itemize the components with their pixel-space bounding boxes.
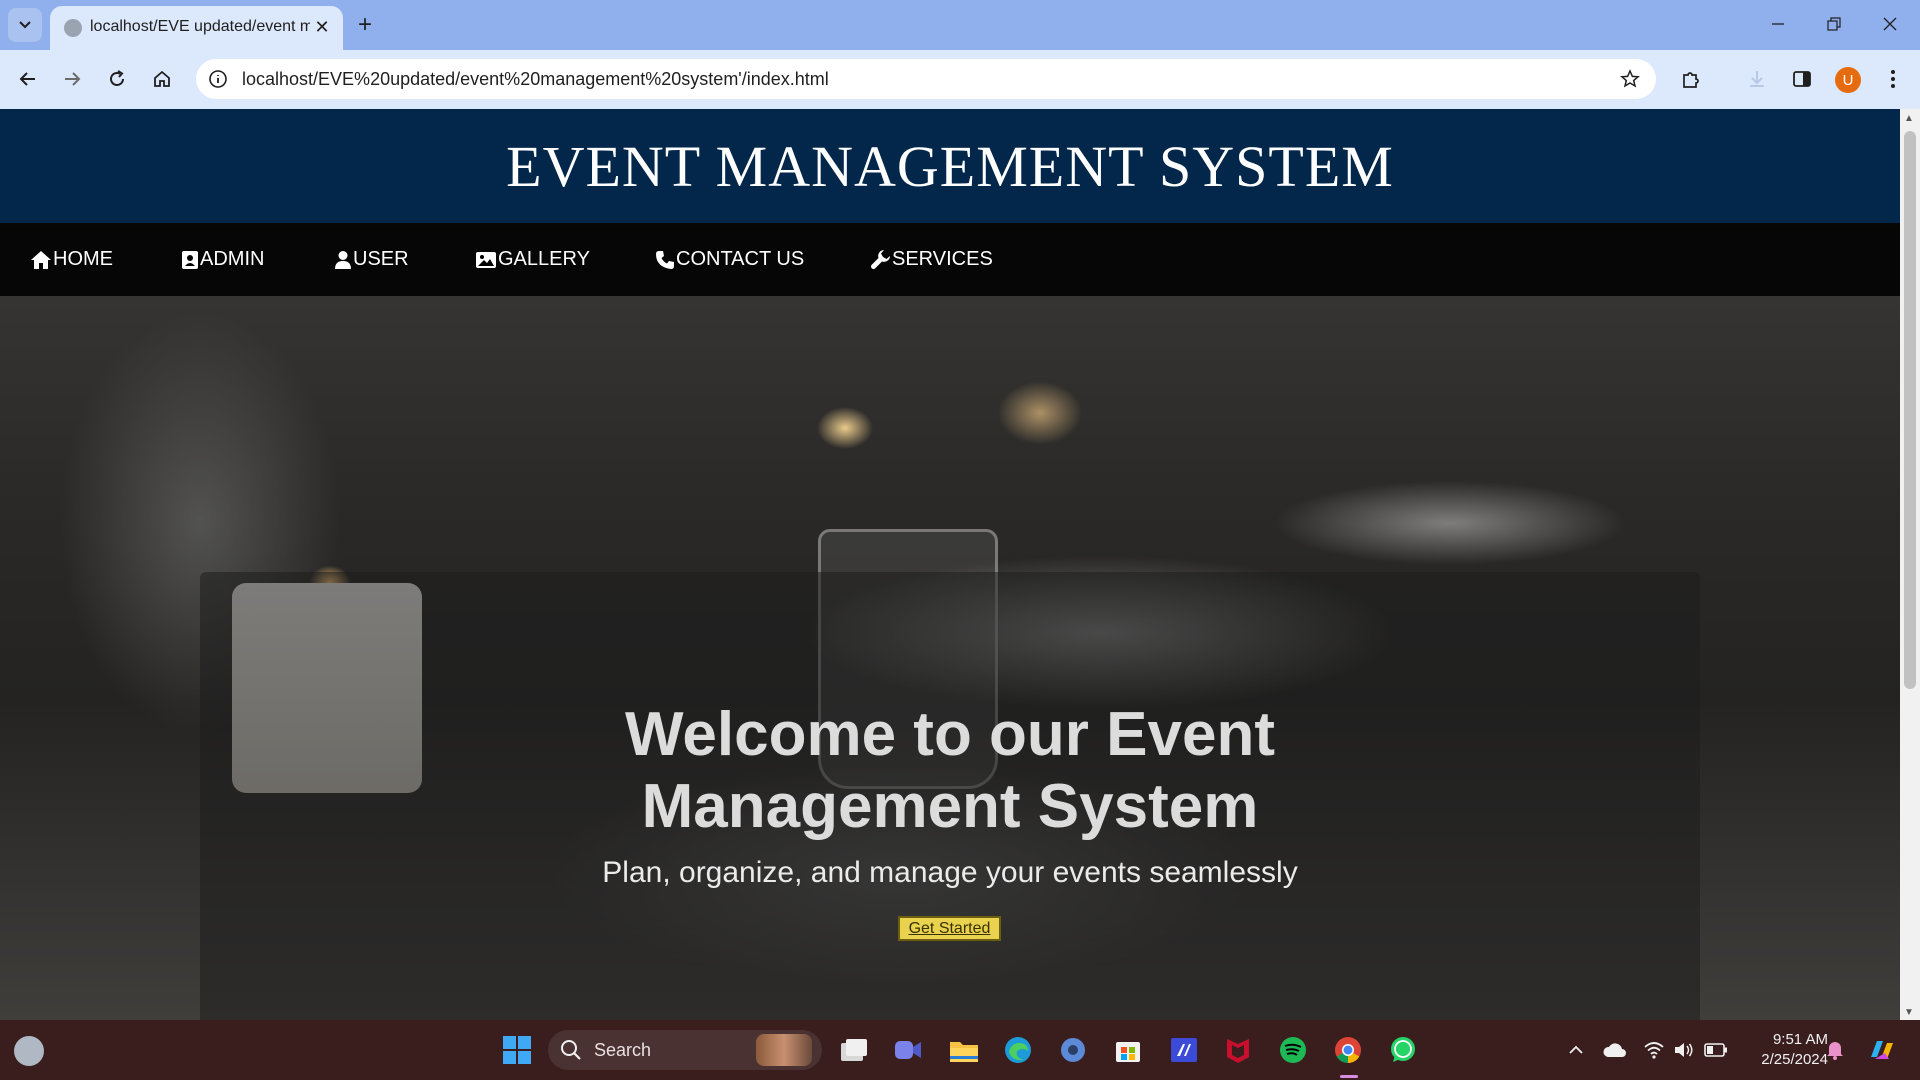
nav-gallery-label: GALLERY	[498, 248, 590, 270]
tab-title: localhost/EVE updated/event m	[90, 18, 310, 35]
star-icon[interactable]	[1618, 67, 1642, 91]
scroll-down-arrow-icon[interactable]: ▼	[1904, 1007, 1914, 1018]
new-tab-button[interactable]: +	[350, 10, 380, 40]
image-icon	[476, 251, 496, 268]
scroll-thumb[interactable]	[1904, 131, 1916, 689]
onedrive-icon[interactable]	[1603, 1038, 1627, 1062]
nav-admin-label: ADMIN	[200, 248, 265, 270]
nav-user[interactable]: USER	[334, 223, 409, 296]
task-view-icon[interactable]	[836, 1032, 872, 1068]
info-icon[interactable]	[206, 67, 230, 91]
main-navbar: HOME ADMIN USER GALLERY CONTACT US SERVI…	[0, 223, 1900, 296]
address-bar[interactable]: localhost/EVE%20updated/event%20manageme…	[196, 59, 1656, 99]
close-window-button[interactable]	[1870, 8, 1910, 40]
nav-user-label: USER	[353, 248, 409, 270]
home-button[interactable]	[144, 61, 180, 97]
browser-tab[interactable]: localhost/EVE updated/event m ✕	[50, 6, 343, 50]
store-icon[interactable]	[1110, 1032, 1146, 1068]
minimize-button[interactable]	[1758, 8, 1798, 40]
side-panel-icon[interactable]	[1787, 64, 1817, 94]
back-button[interactable]	[10, 61, 46, 97]
weather-icon[interactable]	[14, 1036, 44, 1066]
tab-close-button[interactable]: ✕	[311, 16, 333, 38]
browser-tabstrip: localhost/EVE updated/event m ✕ +	[0, 0, 1920, 50]
forward-button[interactable]	[54, 61, 90, 97]
reload-icon	[110, 70, 124, 86]
hero-subheading: Plan, organize, and manage your events s…	[602, 856, 1298, 889]
meet-icon[interactable]	[890, 1032, 926, 1068]
browser-toolbar: localhost/EVE%20updated/event%20manageme…	[0, 50, 1920, 109]
clock-date: 2/25/2024	[1761, 1051, 1828, 1068]
nav-admin[interactable]: ADMIN	[181, 223, 264, 296]
taskbar-clock[interactable]: 9:51 AM 2/25/2024	[1738, 1030, 1828, 1070]
extensions-icon[interactable]	[1676, 64, 1706, 94]
back-icon	[19, 72, 35, 86]
start-icon[interactable]	[499, 1032, 535, 1068]
chrome-icon[interactable]	[1330, 1032, 1366, 1068]
id-card-icon	[182, 250, 198, 269]
forward-icon	[65, 72, 81, 86]
chevron-up-icon[interactable]	[1564, 1038, 1588, 1062]
download-icon[interactable]	[1742, 64, 1772, 94]
nav-services[interactable]: SERVICES	[870, 223, 993, 296]
tab-search-button[interactable]	[8, 8, 42, 42]
battery-icon[interactable]	[1704, 1038, 1728, 1062]
nav-gallery[interactable]: GALLERY	[475, 223, 590, 296]
nav-home[interactable]: HOME	[30, 223, 113, 296]
chrome-active-indicator	[1340, 1075, 1358, 1078]
scroll-up-arrow-icon[interactable]: ▲	[1904, 113, 1914, 124]
restore-button[interactable]	[1814, 8, 1854, 40]
volume-icon[interactable]	[1672, 1038, 1696, 1062]
close-window-icon	[1883, 17, 1897, 31]
minimize-icon	[1772, 23, 1784, 25]
vscode-icon[interactable]	[1166, 1032, 1202, 1068]
chevron-down-icon	[19, 21, 31, 29]
phone-icon	[656, 250, 674, 269]
page-scrollbar[interactable]: ▲ ▼	[1900, 109, 1920, 1020]
settings-icon[interactable]	[1055, 1032, 1091, 1068]
whatsapp-icon[interactable]	[1385, 1032, 1421, 1068]
home-icon	[154, 70, 170, 87]
wifi-icon[interactable]	[1642, 1038, 1666, 1062]
site-header: EVENT MANAGEMENT SYSTEM	[0, 109, 1900, 223]
windows-taskbar: Search 9:51 AM 2/25/2024	[0, 1020, 1920, 1080]
notification-icon[interactable]	[1823, 1038, 1847, 1062]
wrench-icon	[871, 250, 890, 269]
search-highlight-image	[756, 1034, 812, 1066]
clock-time: 9:51 AM	[1772, 1031, 1828, 1048]
nav-home-label: HOME	[53, 248, 113, 270]
site-title: EVENT MANAGEMENT SYSTEM	[506, 133, 1394, 199]
user-icon	[335, 250, 351, 269]
nav-contact-us-label: CONTACT US	[676, 248, 805, 270]
taskbar-search[interactable]: Search	[548, 1030, 822, 1070]
nav-services-label: SERVICES	[892, 248, 993, 270]
copilot-icon[interactable]	[1866, 1034, 1898, 1066]
get-started-button[interactable]: Get Started	[898, 916, 1001, 941]
file-explorer-icon[interactable]	[946, 1032, 982, 1068]
search-icon	[561, 1040, 581, 1060]
mcafee-icon[interactable]	[1220, 1032, 1256, 1068]
url-text[interactable]: localhost/EVE%20updated/event%20manageme…	[242, 69, 829, 90]
profile-avatar[interactable]: U	[1835, 67, 1861, 93]
edge-icon[interactable]	[1000, 1032, 1036, 1068]
hero-heading: Welcome to our Event Management System	[625, 700, 1275, 841]
favicon-icon	[64, 19, 82, 37]
spotify-icon[interactable]	[1275, 1032, 1311, 1068]
reload-button[interactable]	[99, 61, 135, 97]
menu-icon[interactable]	[1878, 64, 1908, 94]
restore-icon	[1827, 17, 1841, 31]
taskbar-search-label: Search	[594, 1040, 652, 1060]
page-viewport: EVENT MANAGEMENT SYSTEM HOME ADMIN USER …	[0, 109, 1900, 1020]
home-icon	[31, 250, 51, 269]
nav-contact-us[interactable]: CONTACT US	[655, 223, 804, 296]
